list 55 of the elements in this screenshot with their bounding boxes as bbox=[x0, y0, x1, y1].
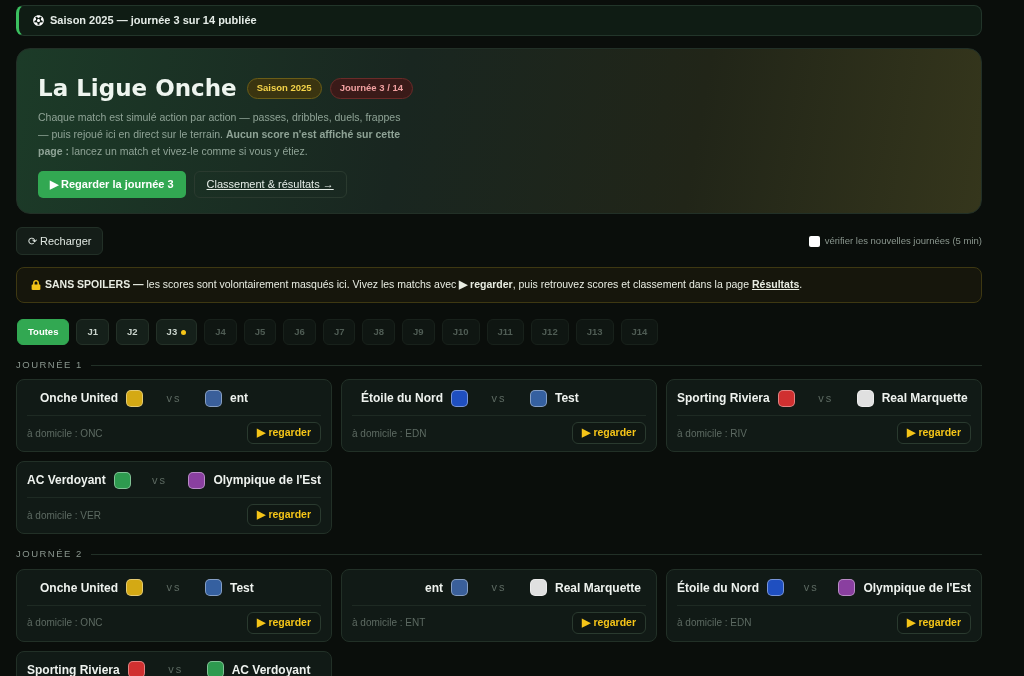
versus-label: vs bbox=[490, 391, 508, 406]
team-name: Real Marquette bbox=[555, 579, 642, 597]
team-name: Étoile du Nord bbox=[361, 389, 443, 408]
team-name: Onche United bbox=[40, 579, 118, 597]
watch-button[interactable]: ▶ regarder bbox=[247, 504, 321, 527]
round-tab[interactable]: J2 bbox=[116, 319, 149, 345]
team-name: Olympique de l'Est bbox=[863, 579, 971, 597]
team-name: Real Marquette bbox=[881, 390, 968, 408]
versus-label: vs bbox=[490, 580, 508, 596]
team-name: Test bbox=[555, 390, 579, 408]
lock-icon bbox=[31, 280, 41, 290]
versus-label: vs bbox=[165, 580, 183, 596]
round-tab[interactable]: J3 bbox=[155, 319, 198, 345]
spoiler-notice: SANS SPOILERS — les scores sont volontairement masqués ici. Vivez les matchs avec ▶ regarder, puis retrouvez scores et classement dans la page Résultats. bbox=[45, 277, 803, 293]
team-name: Olympique de l'Est bbox=[213, 472, 321, 490]
round-heading: JOURNÉE 2 bbox=[16, 547, 83, 562]
watch-button[interactable]: ▶ regarder bbox=[572, 611, 646, 634]
home-team-label: à domicile : VER bbox=[27, 508, 101, 523]
home-team-label: à domicile : EDN bbox=[677, 616, 752, 630]
home-team-label: à domicile : ENT bbox=[352, 616, 426, 630]
versus-label: vs bbox=[165, 391, 183, 406]
versus-label: vs bbox=[802, 580, 820, 596]
team-name: ent bbox=[230, 390, 248, 408]
team-name: Onche United bbox=[40, 390, 118, 408]
team-name: Étoile du Nord bbox=[677, 579, 759, 597]
football-icon bbox=[33, 15, 44, 26]
team-name: Sporting Riviera bbox=[27, 661, 120, 676]
watch-button[interactable]: ▶ regarder bbox=[247, 422, 321, 445]
team-name: Test bbox=[230, 579, 254, 597]
home-team-label: à domicile : RIV bbox=[677, 426, 748, 441]
hero-badge: Journée 3 / 14 bbox=[329, 77, 413, 99]
team-name: AC Verdoyant bbox=[27, 472, 106, 490]
home-team-label: à domicile : EDN bbox=[352, 426, 427, 441]
auto-check-label: vérifier les nouvelles journées (5 min) bbox=[824, 233, 982, 248]
auto-check-checkbox[interactable] bbox=[808, 235, 820, 247]
hero-badge: Saison 2025 bbox=[246, 77, 322, 99]
hero-description: Chaque match est simulé action par action — passes, dribbles, duels, frappes — puis rejoué ici en direct sur le terrain. Aucun score n'est affiché sur cette page : lancez un match et vivez-le comme si vous y étiez. bbox=[38, 109, 402, 159]
round-heading: JOURNÉE 1 bbox=[16, 358, 83, 372]
watch-button[interactable]: ▶ regarder bbox=[897, 422, 971, 445]
status-text: Saison 2025 — journée 3 sur 14 publiée bbox=[50, 13, 257, 29]
home-team-label: à domicile : ONC bbox=[27, 616, 103, 630]
watch-button[interactable]: ▶ regarder bbox=[247, 611, 321, 634]
team-name: Sporting Riviera bbox=[677, 390, 770, 408]
standings-link[interactable]: Classement & résultats → bbox=[193, 170, 347, 198]
reload-button[interactable]: ⟳ Recharger bbox=[16, 227, 104, 255]
round-tab[interactable]: J1 bbox=[76, 319, 109, 345]
versus-label: vs bbox=[151, 473, 169, 488]
watch-button[interactable]: ▶ regarder bbox=[572, 422, 646, 445]
watch-button[interactable]: ▶ regarder bbox=[897, 611, 971, 634]
team-name: ent bbox=[425, 579, 443, 597]
hero-title: La Ligue Onche bbox=[38, 74, 237, 103]
versus-label: vs bbox=[817, 391, 835, 406]
versus-label: vs bbox=[167, 662, 185, 676]
home-team-label: à domicile : ONC bbox=[27, 426, 103, 441]
team-name: AC Verdoyant bbox=[231, 661, 311, 676]
